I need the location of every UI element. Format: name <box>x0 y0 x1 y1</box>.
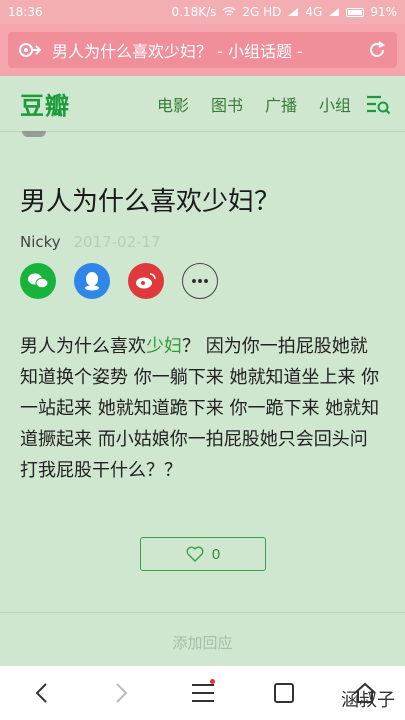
divider <box>0 612 405 613</box>
refresh-icon[interactable] <box>367 40 387 60</box>
browser-toolbar: 涵叔子 <box>0 666 405 720</box>
post-author[interactable]: Nicky <box>20 233 61 251</box>
more-icon[interactable] <box>182 263 218 299</box>
menu-search-icon[interactable] <box>365 93 391 115</box>
reader-mode-icon[interactable] <box>18 41 42 59</box>
post-body: 男人为什么喜欢少妇？ 因为你一拍屁股她就知道换个姿势 你一躺下来 她就知道坐上来… <box>20 331 380 486</box>
nav-links: 电影 图书 广播 小组 <box>135 92 391 116</box>
post-body-rest: ？ 因为你一拍屁股她就知道换个姿势 你一躺下来 她就知道坐上来 你一站起来 她就… <box>20 336 380 481</box>
nav-group[interactable]: 小组 <box>319 92 351 116</box>
site-nav: 豆瓣 电影 图书 广播 小组 <box>0 76 405 132</box>
like-count: 0 <box>211 545 221 563</box>
url-box[interactable]: 男人为什么喜欢少妇？ - 小组话题 - <box>8 32 397 68</box>
wechat-icon[interactable] <box>20 263 56 299</box>
menu-button[interactable] <box>173 673 233 713</box>
post-body-start: 男人为什么喜欢 <box>20 336 146 357</box>
page-url-title[interactable]: 男人为什么喜欢少妇？ - 小组话题 - <box>52 38 367 62</box>
nav-movie[interactable]: 电影 <box>157 92 189 116</box>
status-bar: 18:36 0.18K/s 2G HD 4G 91% <box>0 0 405 24</box>
weibo-icon[interactable] <box>128 263 164 299</box>
nav-book[interactable]: 图书 <box>211 92 243 116</box>
back-button[interactable] <box>11 673 71 713</box>
tabs-button[interactable] <box>254 673 314 713</box>
network-label-2: 4G <box>305 5 323 19</box>
qq-icon[interactable] <box>74 263 110 299</box>
share-row <box>20 263 218 299</box>
address-bar: 男人为什么喜欢少妇？ - 小组话题 - <box>0 24 405 76</box>
avatar <box>22 131 46 137</box>
watermark: 涵叔子 <box>341 690 395 711</box>
heart-icon <box>186 546 204 562</box>
post-meta: Nicky 2017-02-17 <box>20 233 161 251</box>
menu-icon <box>191 684 214 702</box>
signal-icon-2 <box>328 7 340 17</box>
back-icon <box>35 683 47 703</box>
forward-button[interactable] <box>92 673 152 713</box>
notification-dot <box>209 679 215 684</box>
post-body-highlight-link[interactable]: 少妇 <box>146 336 182 357</box>
post-date: 2017-02-17 <box>73 233 161 251</box>
douban-logo[interactable]: 豆瓣 <box>20 86 70 121</box>
post-content: 男人为什么喜欢少妇？ Nicky 2017-02-17 男人为什么喜欢少妇？ 因… <box>0 131 405 663</box>
like-button[interactable]: 0 <box>140 537 266 571</box>
status-time: 18:36 <box>8 5 43 19</box>
tabs-icon <box>273 683 294 703</box>
forward-icon <box>115 683 127 703</box>
add-reply-button[interactable]: 添加回应 <box>0 623 405 661</box>
battery-percent: 91% <box>370 5 397 19</box>
network-label: 2G HD <box>242 5 282 19</box>
battery-icon <box>346 7 365 17</box>
nav-broadcast[interactable]: 广播 <box>265 92 297 116</box>
wifi-icon <box>222 7 236 17</box>
post-title: 男人为什么喜欢少妇？ <box>20 187 281 217</box>
network-speed: 0.18K/s <box>171 5 217 19</box>
signal-icon <box>287 7 299 17</box>
